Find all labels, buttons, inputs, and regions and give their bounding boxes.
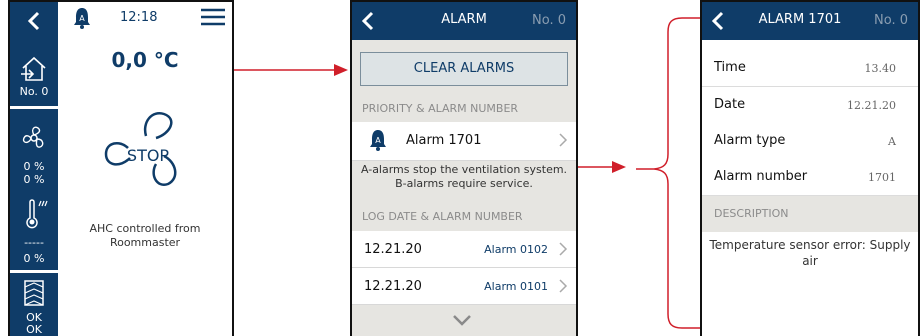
chevron-right-icon xyxy=(559,279,568,293)
log-row[interactable]: 12.21.20 Alarm 0101 xyxy=(352,268,576,305)
fan-icon[interactable] xyxy=(20,124,48,152)
clear-alarms-button[interactable]: CLEAR ALARMS xyxy=(360,52,568,86)
unit-number: No. 0 xyxy=(874,13,908,28)
header-bar: ALARM 1701 No. 0 xyxy=(702,2,918,40)
description-text-line-2: air xyxy=(802,254,818,268)
temp-value-1: ----- xyxy=(24,236,44,249)
detail-row-alarm-type: Alarm type A xyxy=(702,123,918,160)
alarm-screen: ALARM No. 0 CLEAR ALARMS PRIORITY & ALAR… xyxy=(350,0,578,336)
detail-value: 1701 xyxy=(868,171,896,184)
sidebar-divider xyxy=(10,106,58,109)
clock: 12:18 xyxy=(120,10,158,25)
detail-key: Time xyxy=(714,60,746,75)
home-value: No. 0 xyxy=(19,85,49,98)
description-text-line-1: Temperature sensor error: Supply xyxy=(709,238,911,252)
alarm-detail-screen: ALARM 1701 No. 0 Time 13.40 Date 12.21.2… xyxy=(700,0,920,336)
status-text-line-1: AHC controlled from xyxy=(89,222,201,235)
detail-key: Alarm type xyxy=(714,133,786,148)
sidebar: No. 0 0 % 0 % ----- 0 % OK OK xyxy=(10,2,58,336)
fan-stop-icon[interactable]: STOP xyxy=(98,106,198,194)
temperature-readout: 0,0 °C xyxy=(111,48,179,72)
detail-value: 13.40 xyxy=(864,62,897,75)
detail-value: 12.21.20 xyxy=(847,99,896,112)
detail-key: Date xyxy=(714,97,746,112)
section-header-priority: PRIORITY & ALARM NUMBER xyxy=(362,102,519,115)
thermometer-icon[interactable] xyxy=(22,198,48,230)
main-panel: A 12:18 0,0 °C STOP AHC controlled from … xyxy=(58,2,232,336)
log-alarm: Alarm 0102 xyxy=(484,243,548,256)
flow-arrow xyxy=(578,161,626,173)
detail-row-time: Time 13.40 xyxy=(702,50,918,87)
alarm-bell-icon: A xyxy=(370,130,386,151)
home-icon[interactable] xyxy=(19,54,49,84)
menu-icon[interactable] xyxy=(200,8,226,26)
filter-value-2: OK xyxy=(26,323,42,336)
status-text-line-2: Roommaster xyxy=(109,236,181,249)
unit-number: No. 0 xyxy=(532,13,566,28)
svg-text:A: A xyxy=(79,14,85,23)
detail-row-alarm-number: Alarm number 1701 xyxy=(702,159,918,196)
alarm-badge: A xyxy=(375,136,381,145)
main-screen: No. 0 0 % 0 % ----- 0 % OK OK A 12:18 0,… xyxy=(8,0,234,336)
fan-value-2: 0 % xyxy=(23,173,45,186)
detail-row-date: Date 12.21.20 xyxy=(702,87,918,124)
alarm-bell-icon[interactable]: A xyxy=(72,6,92,30)
stop-label: STOP xyxy=(127,146,170,165)
log-row[interactable]: 12.21.20 Alarm 0102 xyxy=(352,231,576,268)
description-header: DESCRIPTION xyxy=(702,196,918,232)
scroll-down-icon[interactable] xyxy=(452,314,472,326)
fan-value-1: 0 % xyxy=(23,160,45,173)
info-text-line-1: A-alarms stop the ventilation system. xyxy=(360,163,568,176)
temp-value-2: 0 % xyxy=(23,252,45,265)
detail-value: A xyxy=(888,135,896,148)
bracket-connector xyxy=(636,17,700,329)
log-date: 12.21.20 xyxy=(364,279,422,294)
log-alarm: Alarm 0101 xyxy=(484,280,548,293)
chevron-right-icon xyxy=(559,242,568,256)
flow-arrow xyxy=(234,64,348,76)
filter-icon[interactable] xyxy=(23,279,45,307)
info-text-line-2: B-alarms require service. xyxy=(395,177,533,190)
sidebar-divider xyxy=(10,270,58,273)
chevron-right-icon xyxy=(559,133,568,147)
section-header-log: LOG DATE & ALARM NUMBER xyxy=(362,210,523,223)
alarm-label: Alarm 1701 xyxy=(406,133,482,148)
log-date: 12.21.20 xyxy=(364,242,422,257)
detail-key: Alarm number xyxy=(714,169,808,184)
alarm-list-item[interactable]: A Alarm 1701 xyxy=(352,122,576,161)
header-bar: ALARM No. 0 xyxy=(352,2,576,40)
back-icon[interactable] xyxy=(26,11,42,31)
